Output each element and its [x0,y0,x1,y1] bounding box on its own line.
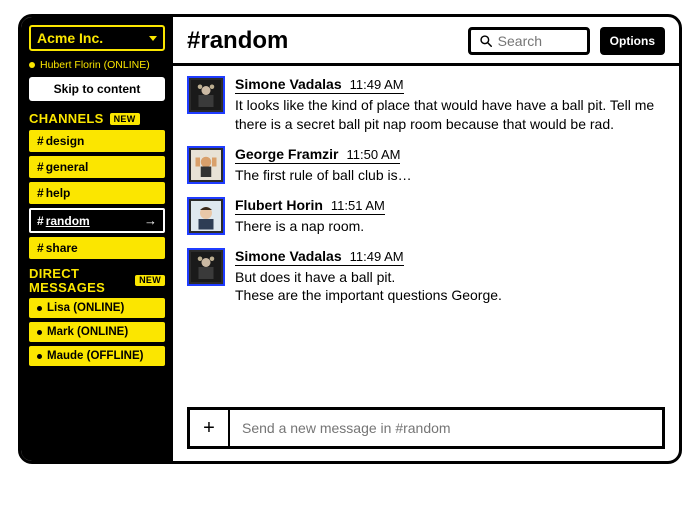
message-header: George Framzir 11:50 AM [235,146,400,164]
sidebar: Acme Inc. Hubert Florin (ONLINE) Skip to… [21,17,173,461]
dm-label: Lisa (ONLINE) [47,302,124,314]
main-pane: #random Options Simone Vadalas 11:49 AM It… [173,17,679,461]
search-input[interactable] [498,33,579,49]
options-button[interactable]: Options [600,27,665,55]
message-time: 11:51 AM [331,198,385,213]
message-header: Flubert Horin 11:51 AM [235,197,385,215]
message: Simone Vadalas 11:49 AM It looks like the … [187,76,665,134]
channel-label: design [46,134,85,148]
message-time: 11:49 AM [350,249,404,264]
hash-icon: # [37,160,44,174]
message-author[interactable]: Flubert Horin [235,197,323,213]
avatar[interactable] [187,197,225,235]
avatar[interactable] [187,76,225,114]
message: George Framzir 11:50 AM The first rule of … [187,146,665,185]
dm-list: Lisa (ONLINE) Mark (ONLINE) Maude (OFFLINE… [29,298,165,366]
sidebar-channel-random[interactable]: #random → [29,208,165,233]
composer-input[interactable] [230,410,662,446]
avatar[interactable] [187,146,225,184]
sidebar-channel-help[interactable]: #help [29,182,165,204]
message-time: 11:49 AM [350,77,404,92]
presence-dot-icon [37,306,42,311]
message-header: Simone Vadalas 11:49 AM [235,248,404,266]
hash-icon: # [37,214,44,228]
sidebar-dm-item[interactable]: Mark (ONLINE) [29,322,165,342]
message: Flubert Horin 11:51 AM There is a nap room… [187,197,665,236]
skip-to-content-button[interactable]: Skip to content [29,77,165,101]
composer-add-button[interactable]: + [190,410,230,446]
workspace-name: Acme Inc. [37,30,103,46]
message: Simone Vadalas 11:49 AM But does it have a… [187,248,665,306]
chevron-down-icon [149,36,157,41]
app-window: Acme Inc. Hubert Florin (ONLINE) Skip to… [18,14,682,464]
channels-new-badge: NEW [110,113,140,125]
channel-label: help [46,186,71,200]
message-author[interactable]: Simone Vadalas [235,248,342,264]
search-icon [479,34,493,48]
hash-icon: # [37,134,44,148]
channel-list: #design#general#help#random→#share [29,130,165,259]
dms-new-badge: NEW [135,275,165,286]
user-presence: Hubert Florin (ONLINE) [29,59,165,71]
channel-label: random [46,214,90,228]
message-body: Flubert Horin 11:51 AM There is a nap room… [235,197,665,236]
hash-icon: # [37,186,44,200]
search-box[interactable] [468,27,590,55]
dm-label: Maude (OFFLINE) [47,350,143,362]
sidebar-dm-item[interactable]: Lisa (ONLINE) [29,298,165,318]
message-time: 11:50 AM [346,147,400,162]
plus-icon: + [203,417,215,440]
message-body: Simone Vadalas 11:49 AM But does it have a… [235,248,665,306]
channel-label: share [46,241,78,255]
channels-heading-label: CHANNELS [29,111,104,126]
channel-header: #random Options [173,17,679,66]
message-body: Simone Vadalas 11:49 AM It looks like the … [235,76,665,134]
avatar[interactable] [187,248,225,286]
channel-label: general [46,160,89,174]
sidebar-channel-general[interactable]: #general [29,156,165,178]
channel-title: #random [187,27,288,55]
message-text: But does it have a ball pit.These are th… [235,268,665,306]
message-body: George Framzir 11:50 AM The first rule of … [235,146,665,185]
message-composer: + [187,407,665,449]
channels-heading: CHANNELS NEW [29,111,165,126]
workspace-selector[interactable]: Acme Inc. [29,25,165,51]
message-text: There is a nap room. [235,217,665,236]
arrow-right-icon: → [144,213,157,228]
dm-label: Mark (ONLINE) [47,326,128,338]
message-author[interactable]: George Framzir [235,146,338,162]
presence-dot-icon [29,62,35,68]
message-author[interactable]: Simone Vadalas [235,76,342,92]
dms-heading: DIRECT MESSAGES NEW [29,267,165,294]
message-text: It looks like the kind of place that wou… [235,96,665,134]
presence-dot-icon [37,330,42,335]
user-presence-label: Hubert Florin (ONLINE) [40,59,150,71]
message-text: The first rule of ball club is… [235,166,665,185]
message-header: Simone Vadalas 11:49 AM [235,76,404,94]
sidebar-channel-share[interactable]: #share [29,237,165,259]
sidebar-dm-item[interactable]: Maude (OFFLINE) [29,346,165,366]
sidebar-channel-design[interactable]: #design [29,130,165,152]
presence-dot-icon [37,354,42,359]
dms-heading-label: DIRECT MESSAGES [29,267,129,294]
message-list: Simone Vadalas 11:49 AM It looks like the … [173,66,679,407]
hash-icon: # [37,241,44,255]
